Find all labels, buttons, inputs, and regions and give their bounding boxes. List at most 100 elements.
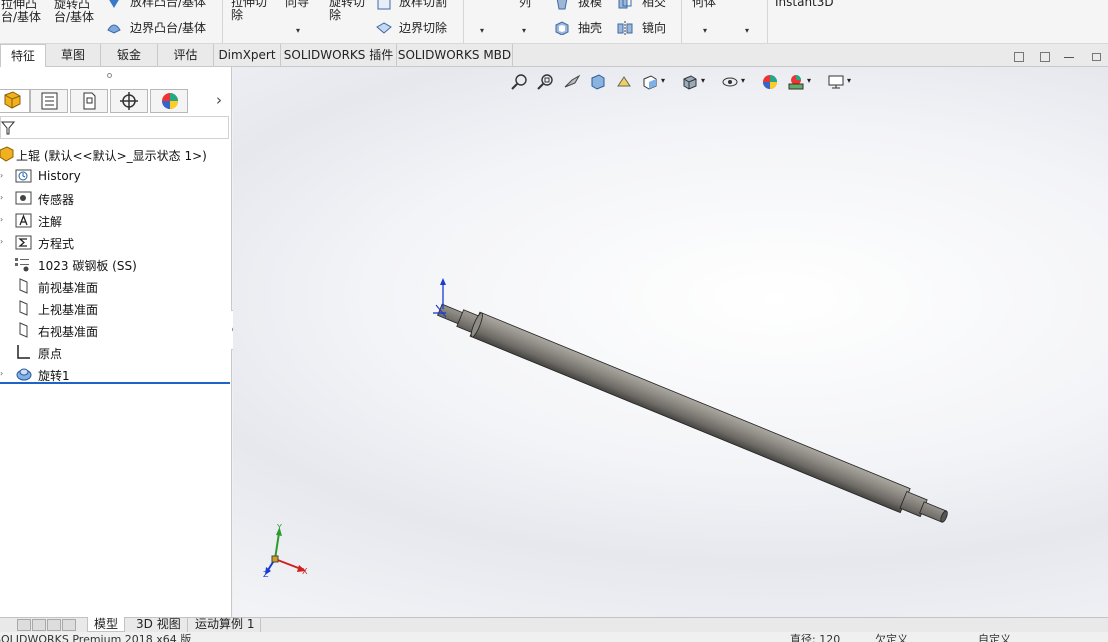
boundary-boss-icon [107, 24, 121, 34]
tab-evaluate[interactable]: 评估 [158, 44, 214, 67]
tab-features[interactable]: 特征 [0, 44, 46, 68]
intersect-icon [618, 0, 632, 9]
rollback-bar[interactable] [0, 382, 230, 384]
loft-boss-button[interactable]: 放样凸台/基体 [130, 0, 206, 9]
panel-left-icon[interactable] [1014, 52, 1024, 62]
restore-icon[interactable] [1092, 53, 1101, 61]
tree-item-right-plane[interactable]: 右视基准面 [0, 319, 232, 341]
tab-sketch-label: 草图 [60, 48, 85, 62]
loft-cut-label: 放样切割 [399, 0, 448, 9]
boundary-boss-button[interactable]: 边界凸台/基体 [130, 22, 206, 35]
tree-root-label: 上辊 (默认<<默认>_显示状态 1>) [16, 149, 207, 163]
feature-manager-tab[interactable] [0, 89, 30, 113]
minimize-icon[interactable] [1064, 57, 1074, 58]
expand-icon[interactable]: › [0, 369, 3, 378]
graphics-area[interactable]: ▾ ▾ ▾ ▾ ▾ Y X Z [233, 67, 1108, 617]
dimxpert-manager-tab[interactable] [110, 89, 148, 113]
pattern-dropdown-icon[interactable]: ▾ [522, 26, 526, 35]
triad-y-label: Y [276, 523, 282, 532]
expand-icon[interactable]: › [0, 237, 3, 246]
tree-item-origin[interactable]: 原点 [0, 341, 232, 363]
loft-cut-button[interactable]: 放样切割 [399, 0, 447, 9]
tree-item-label: History [38, 169, 81, 183]
reference-geometry-dropdown-icon[interactable]: ▾ [703, 26, 707, 35]
hole-wizard-dropdown-icon[interactable]: ▾ [296, 26, 300, 35]
expand-icon[interactable]: › [0, 171, 3, 180]
previous-tab-icon[interactable] [32, 619, 46, 631]
expand-icon[interactable]: › [0, 215, 3, 224]
tree-item-label: 上视基准面 [38, 303, 99, 317]
curves-dropdown-icon[interactable]: ▾ [745, 26, 749, 35]
tab-model[interactable]: 模型 [87, 617, 126, 632]
tab-solidworks-addins-label: SOLIDWORKS 插件 [283, 48, 394, 62]
filter-field[interactable] [0, 116, 229, 139]
extrude-boss-label: 拉伸凸 台/基体 [1, 0, 42, 24]
property-manager-tab[interactable] [30, 89, 68, 113]
expand-icon[interactable]: › [0, 193, 3, 202]
status-units[interactable]: 自定义 [978, 632, 1011, 642]
configuration-manager-tab[interactable] [70, 89, 108, 113]
boundary-cut-label: 边界切除 [399, 21, 448, 35]
tree-item-top-plane[interactable]: 上视基准面 [0, 297, 232, 319]
tab-evaluate-label: 评估 [173, 48, 198, 62]
tab-dimxpert-label: DimXpert [218, 48, 276, 62]
bottom-tab-bar: 模型 3D 视图 运动算例 1 [0, 617, 1108, 632]
next-tab-icon[interactable] [47, 619, 61, 631]
revolve-cut-button[interactable]: 旋转切 除 [329, 0, 365, 22]
tab-3d-views-label: 3D 视图 [136, 617, 181, 631]
first-tab-icon[interactable] [17, 619, 31, 631]
instant3d-label: Instant3D [775, 0, 834, 9]
display-manager-tab[interactable] [150, 89, 188, 113]
linear-pattern-button[interactable]: 列 [519, 0, 531, 9]
draft-button[interactable]: 拔模 [578, 0, 602, 9]
shell-button[interactable]: 抽壳 [578, 22, 602, 35]
plane-icon [19, 322, 28, 338]
last-tab-icon[interactable] [62, 619, 76, 631]
tree-item-sensors[interactable]: › 传感器 [0, 187, 232, 209]
tree-item-history[interactable]: › History [0, 165, 232, 187]
tab-solidworks-mbd-label: SOLIDWORKS MBD [397, 48, 512, 62]
tree-item-label: 传感器 [38, 193, 75, 207]
tree-item-equations[interactable]: › 方程式 [0, 231, 232, 253]
tree-root-part[interactable]: 上辊 (默认<<默认>_显示状态 1>) [0, 143, 232, 165]
hole-wizard-label: 向导 [285, 0, 310, 9]
hole-wizard-button[interactable]: 向导 [285, 0, 309, 9]
extrude-cut-button[interactable]: 拉伸切 除 [231, 0, 267, 22]
panel-grip-icon[interactable] [107, 73, 112, 78]
instant3d-button[interactable]: Instant3D [775, 0, 834, 9]
tab-solidworks-addins[interactable]: SOLIDWORKS 插件 [281, 44, 397, 67]
tab-motion-study[interactable]: 运动算例 1 [189, 617, 262, 632]
draft-icon [556, 0, 568, 10]
tree-item-label: 注解 [38, 215, 63, 229]
tab-solidworks-mbd[interactable]: SOLIDWORKS MBD [397, 44, 513, 67]
shell-label: 抽壳 [578, 21, 603, 35]
fillet-dropdown-icon[interactable]: ▾ [480, 26, 484, 35]
revolve-boss-button[interactable]: 旋转凸 台/基体 [54, 0, 94, 24]
shaft-model[interactable]: Y X Z [233, 67, 1108, 617]
tab-sketch[interactable]: 草图 [46, 44, 101, 67]
tree-item-material[interactable]: 1023 碳钢板 (SS) [0, 253, 232, 275]
mirror-button[interactable]: 镜向 [642, 22, 666, 35]
property-manager-icon [41, 92, 58, 110]
tree-item-front-plane[interactable]: 前视基准面 [0, 275, 232, 297]
tab-dimxpert[interactable]: DimXpert [214, 44, 281, 67]
revolve-feature-icon [16, 368, 32, 381]
loft-cut-icon [377, 0, 391, 10]
boundary-boss-label: 边界凸台/基体 [130, 21, 207, 35]
extrude-boss-button[interactable]: 拉伸凸 台/基体 [1, 0, 41, 24]
boundary-cut-icon [376, 22, 392, 34]
reference-geometry-button[interactable]: 何体 [692, 0, 716, 9]
mirror-label: 镜向 [642, 21, 667, 35]
tree-item-label: 前视基准面 [38, 281, 99, 295]
command-manager-tabs: 特征 草图 钣金 评估 DimXpert SOLIDWORKS 插件 SOLID… [0, 44, 1108, 68]
tab-3d-views[interactable]: 3D 视图 [130, 617, 188, 632]
tree-item-annotations[interactable]: › 注解 [0, 209, 232, 231]
sensor-icon [15, 191, 32, 205]
linear-pattern-label: 列 [519, 0, 532, 9]
intersect-button[interactable]: 相交 [642, 0, 666, 9]
status-measurement: 直径: 120 [790, 633, 841, 642]
panel-right-icon[interactable] [1040, 52, 1050, 62]
tab-sheet-metal[interactable]: 钣金 [101, 44, 158, 67]
chevron-right-icon[interactable]: › [216, 91, 222, 109]
boundary-cut-button[interactable]: 边界切除 [399, 22, 447, 35]
